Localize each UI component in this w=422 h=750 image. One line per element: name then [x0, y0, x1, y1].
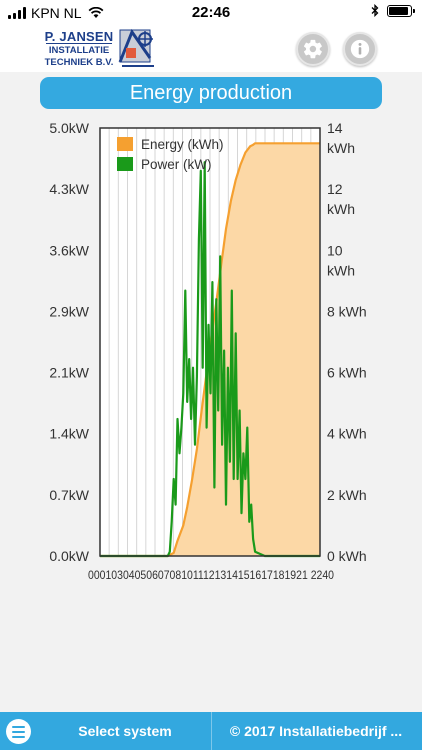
y-right-tick-label: 12 kWh — [327, 181, 355, 217]
company-logo: P. JANSEN INSTALLATIE TECHNIEK B.V. — [40, 28, 158, 70]
logo-line-2: TECHNIEK B.V. — [44, 57, 114, 68]
logo-line-1: INSTALLATIE — [48, 45, 110, 56]
y-left-tick-label: 2.9kW — [49, 303, 89, 319]
header: P. JANSEN INSTALLATIE TECHNIEK B.V. — [0, 26, 422, 72]
y-right-tick-label: 4 kWh — [327, 426, 367, 442]
y-left-tick-label: 3.6kW — [49, 242, 89, 258]
copyright-link[interactable]: © 2017 Installatiebedrijf ... — [212, 712, 420, 750]
logo-divider — [46, 43, 112, 44]
battery-icon — [387, 4, 415, 17]
y-right-tick-label: 6 kWh — [327, 365, 367, 381]
logo-text: P. JANSEN INSTALLATIE TECHNIEK B.V. — [40, 28, 118, 70]
status-bar: KPN NL 22:46 — [0, 0, 422, 26]
y-left-tick-label: 4.3kW — [49, 181, 89, 197]
logo-name: P. JANSEN — [44, 29, 114, 44]
select-system-button[interactable]: Select system — [40, 712, 210, 750]
y-left-tick-label: 2.1kW — [49, 365, 89, 381]
legend-label-energy: Energy (kWh) — [141, 137, 224, 152]
menu-icon-bar — [12, 730, 25, 733]
menu-icon-bar — [12, 725, 25, 728]
y-right-tick-label: 8 kWh — [327, 303, 367, 319]
info-button[interactable] — [343, 32, 377, 66]
settings-button[interactable] — [296, 32, 330, 66]
logo-mark-icon — [118, 28, 154, 67]
menu-button[interactable] — [6, 719, 31, 744]
footer-bar: Select system © 2017 Installatiebedrijf … — [0, 712, 422, 750]
y-left-tick-label: 0.7kW — [49, 487, 89, 503]
status-right — [371, 4, 415, 17]
y-left-tick-label: 1.4kW — [49, 426, 89, 442]
battery-level — [389, 6, 408, 15]
legend-swatch-power — [117, 157, 133, 171]
energy-chart: 0.0kW 0.7kW 1.4kW 2.1kW 2.9kW 3.6kW 4.3kW 5.0kW… — [49, 120, 367, 582]
page-title: Energy production — [40, 77, 382, 109]
gear-icon — [303, 39, 322, 59]
legend-label-power: Power (kW) — [141, 157, 212, 172]
bluetooth-icon — [371, 4, 379, 17]
status-time: 22:46 — [191, 4, 231, 21]
y-right-tick-label: 2 kWh — [327, 487, 367, 503]
y-right-tick-label: 0 kWh — [327, 548, 367, 564]
info-icon — [350, 39, 370, 59]
y-right-tick-label: 10 kWh — [327, 242, 355, 278]
y-left-tick-label: 5.0kW — [49, 120, 89, 136]
legend-swatch-energy — [117, 137, 133, 151]
y-right-tick-label: 14 kWh — [327, 120, 355, 156]
x-axis-tick-labels: 00010304050607081011121314151617181921 2… — [88, 568, 334, 582]
menu-icon-bar — [12, 735, 25, 738]
y-left-tick-label: 0.0kW — [49, 548, 89, 564]
